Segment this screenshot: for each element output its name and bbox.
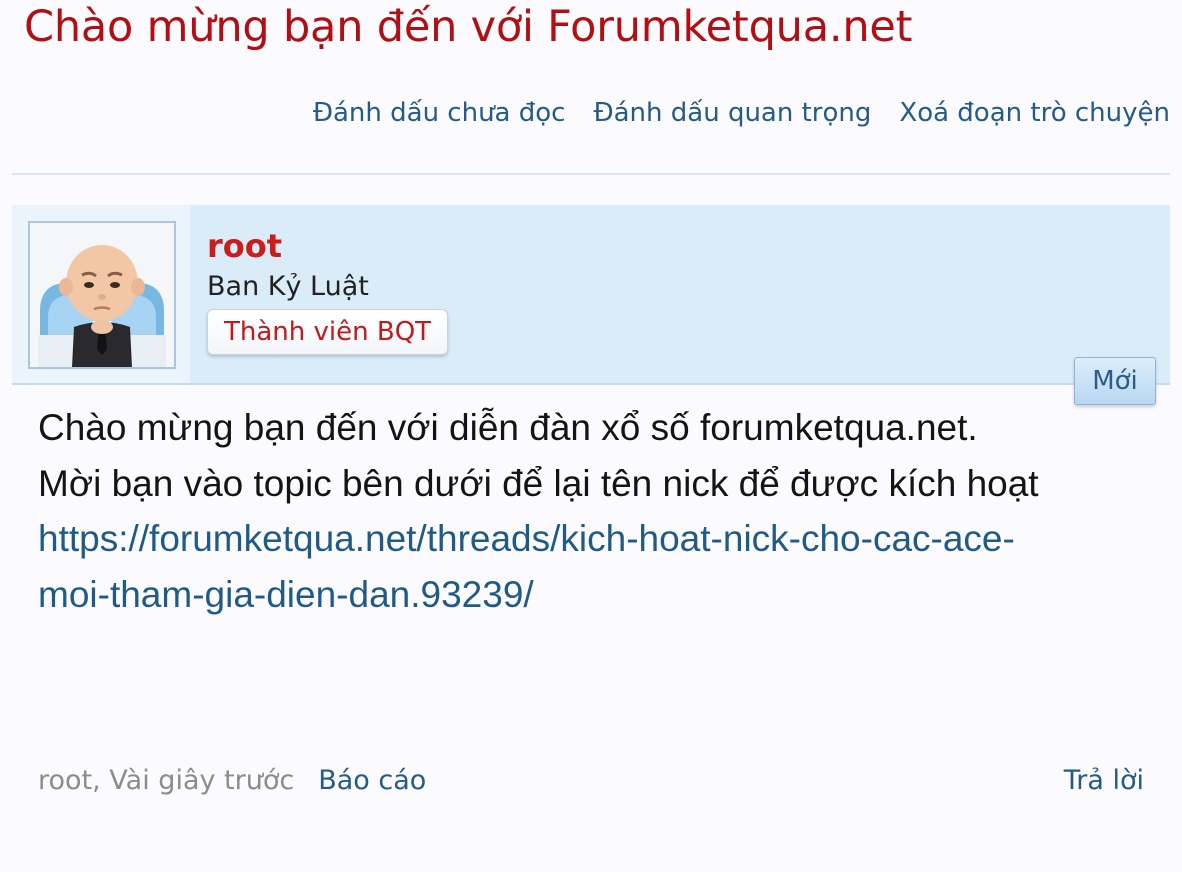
author-time: root, Vài giây trước (38, 765, 295, 796)
reply-link[interactable]: Trả lời (1064, 765, 1144, 796)
avatar-container (12, 205, 190, 383)
new-badge: Mới (1074, 357, 1156, 405)
thread-link[interactable]: https://forumketqua.net/threads/kich-hoa… (38, 511, 1078, 622)
username[interactable]: root (207, 227, 282, 265)
conversation-actions: Đánh dấu chưa đọc Đánh dấu quan trọng Xo… (313, 98, 1170, 128)
user-title: Ban Kỷ Luật (207, 271, 369, 302)
delete-conversation-link[interactable]: Xoá đoạn trò chuyện (899, 98, 1170, 128)
page-title: Chào mừng bạn đến với Forumketqua.net (24, 2, 913, 52)
message-text: Mời bạn vào topic bên dưới để lại tên ni… (38, 462, 1039, 504)
avatar-image (30, 223, 174, 367)
mark-unread-link[interactable]: Đánh dấu chưa đọc (313, 98, 566, 128)
report-link[interactable]: Báo cáo (318, 765, 426, 796)
message-meta: root, Vài giây trước Báo cáo (38, 765, 426, 796)
mark-important-link[interactable]: Đánh dấu quan trọng (593, 98, 871, 128)
role-badge: Thành viên BQT (207, 309, 449, 355)
message-user-info: root Ban Kỷ Luật Thành viên BQT (12, 205, 1170, 385)
message-body: Chào mừng bạn đến với diễn đàn xổ số for… (38, 400, 1078, 622)
divider (12, 173, 1170, 175)
message-text: Chào mừng bạn đến với diễn đàn xổ số for… (38, 407, 978, 448)
avatar[interactable] (28, 221, 176, 369)
